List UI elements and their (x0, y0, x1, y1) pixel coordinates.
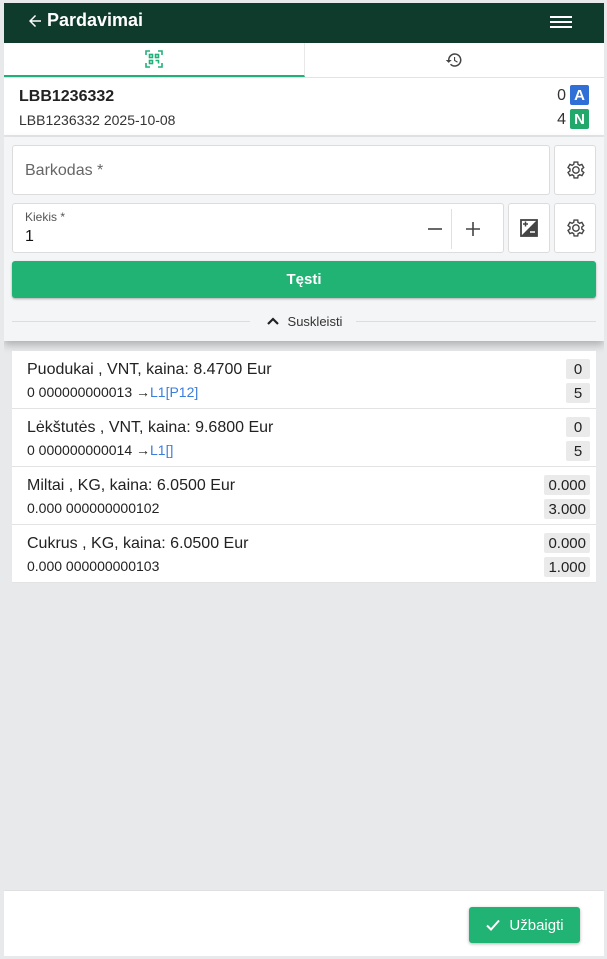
item-list: Puodukai , VNT, kaina: 8.4700 Eur 0 0000… (12, 351, 596, 583)
hamburger-menu-icon[interactable] (550, 13, 572, 33)
tab-bar (4, 43, 604, 78)
item-subtitle: 0.000 000000000103 (27, 558, 160, 574)
qr-scan-icon (144, 50, 163, 68)
finish-label: Užbaigti (509, 916, 564, 934)
badge-n: N (570, 109, 589, 129)
quantity-label: Kiekis * (25, 210, 66, 224)
item-subtitle: 0.000 000000000102 (27, 500, 160, 516)
barcode-settings-button[interactable] (554, 145, 596, 195)
item-count-bottom: 5 (566, 383, 590, 403)
app-bar: Pardavimai (4, 3, 604, 43)
check-icon (486, 919, 501, 931)
item-count-top: 0 (566, 359, 590, 379)
continue-button[interactable]: Tęsti (12, 261, 596, 298)
item-subtitle: 0 000000000013 →L1[P12] (27, 384, 199, 400)
scan-panel: Barkodas * Kiekis * 1 Tęsti Suskleisti (4, 137, 604, 341)
item-title: Miltai , KG, kaina: 6.0500 Eur (27, 477, 236, 494)
item-count-bottom: 5 (566, 441, 590, 461)
increment-button[interactable] (453, 209, 493, 249)
document-header: LBB1236332 LBB1236332 2025-10-08 0 A 4 N (4, 78, 604, 136)
item-subtitle: 0 000000000014 →L1[] (27, 442, 174, 458)
quantity-field[interactable]: Kiekis * 1 (12, 203, 504, 253)
count-a: 0 (557, 87, 566, 104)
item-location-link[interactable]: L1[] (150, 442, 173, 458)
document-id: LBB1236332 (19, 88, 115, 105)
item-title: Lėkštutės , VNT, kaina: 9.6800 Eur (27, 419, 274, 436)
minus-icon (428, 228, 442, 230)
app-frame: Pardavimai LBB1236332 LBB1236332 2025-10… (4, 3, 604, 956)
gear-icon (567, 219, 585, 237)
plus-minus-box-icon (520, 219, 538, 237)
item-count-bottom: 1.000 (544, 557, 590, 577)
tab-history[interactable] (305, 43, 605, 77)
tab-scan[interactable] (4, 43, 305, 77)
quantity-value[interactable]: 1 (25, 228, 34, 246)
decrement-button[interactable] (415, 209, 455, 249)
list-item[interactable]: Cukrus , KG, kaina: 6.0500 Eur 0.000 000… (12, 525, 596, 583)
back-button[interactable]: Pardavimai (26, 10, 143, 31)
item-title: Puodukai , VNT, kaina: 8.4700 Eur (27, 361, 272, 378)
item-count-top: 0 (566, 417, 590, 437)
page-title: Pardavimai (47, 10, 144, 30)
list-item[interactable]: Puodukai , VNT, kaina: 8.4700 Eur 0 0000… (12, 351, 596, 409)
collapse-button[interactable]: Suskleisti (4, 309, 604, 333)
chevron-up-icon (266, 317, 279, 325)
collapse-label: Suskleisti (287, 313, 343, 329)
plus-minus-toggle-button[interactable] (508, 203, 550, 253)
barcode-field[interactable]: Barkodas * (12, 145, 550, 195)
item-title: Cukrus , KG, kaina: 6.0500 Eur (27, 535, 249, 552)
finish-button[interactable]: Užbaigti (469, 907, 580, 943)
item-count-bottom: 3.000 (544, 499, 590, 519)
count-n: 4 (557, 111, 566, 128)
item-count-top: 0.000 (544, 533, 590, 553)
footer-bar: Užbaigti (4, 890, 604, 956)
gear-icon (567, 161, 585, 179)
barcode-placeholder: Barkodas * (25, 162, 104, 179)
list-item[interactable]: Lėkštutės , VNT, kaina: 9.6800 Eur 0 000… (12, 409, 596, 467)
arrow-left-icon (29, 14, 41, 27)
history-icon (446, 53, 462, 67)
badge-a: A (570, 85, 589, 105)
item-location-link[interactable]: L1[P12] (150, 384, 198, 400)
item-count-top: 0.000 (544, 475, 590, 495)
list-item[interactable]: Miltai , KG, kaina: 6.0500 Eur 0.000 000… (12, 467, 596, 525)
quantity-settings-button[interactable] (554, 203, 596, 253)
document-subtitle: LBB1236332 2025-10-08 (19, 112, 176, 128)
plus-icon (466, 222, 480, 236)
